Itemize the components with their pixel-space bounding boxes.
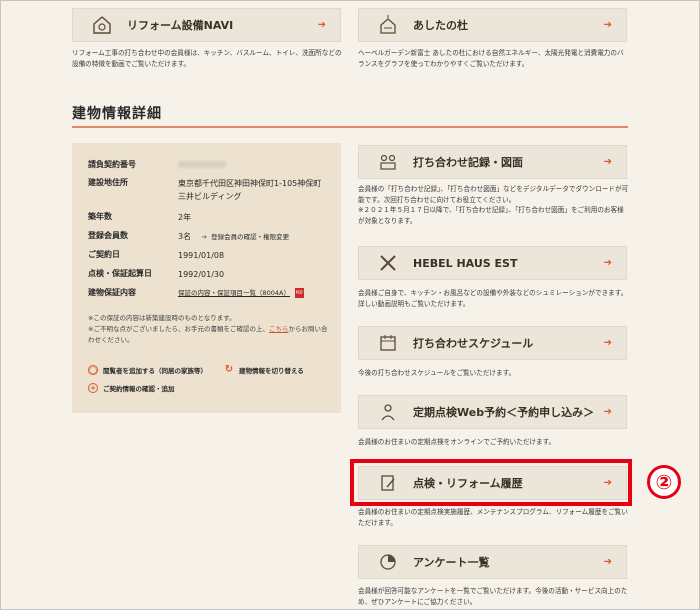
member-permission-link[interactable]: ➔ 登録会員の確認・権限変更: [202, 233, 289, 241]
section-title: 建物情報詳細: [72, 106, 162, 122]
hebel-haus-est-desc: 会員様ご自身で、キッチン・お風呂などの設備や外装などのシュミレーションができます…: [358, 289, 628, 308]
pie-chart-icon: [375, 549, 401, 575]
survey-list-button[interactable]: アンケート一覧 ➔: [358, 545, 627, 579]
redacted-value: [178, 161, 226, 168]
add-contract-button[interactable]: + ご契約情報の確認・追加: [88, 383, 175, 393]
add-viewer-button[interactable]: ◯ 閲覧者を追加する（同居の家族等）: [88, 365, 207, 375]
people-meeting-icon: [375, 149, 401, 175]
switch-building-button[interactable]: ↻ 建物情報を切り替える: [224, 364, 304, 376]
survey-list-desc: 会員様が回答可能なアンケートを一覧でご覧いただけます。今後の活動・サービス向上の…: [358, 587, 628, 606]
reform-navi-label: リフォーム設備NAVI: [127, 19, 234, 32]
ashita-no-mori-label: あしたの杜: [413, 19, 468, 32]
inspection-web-booking-button[interactable]: 定期点検Web予約＜予約申し込み＞ ➔: [358, 395, 627, 429]
reform-navi-desc: リフォーム工事の打ち合わせ中の会員様は、キッチン、バスルーム、トイレ、洗面所など…: [72, 49, 342, 68]
highlight-box: [350, 459, 632, 506]
refresh-icon: ↻: [224, 364, 234, 375]
tools-icon: [375, 250, 401, 276]
plus-icon: +: [88, 383, 98, 393]
calendar-icon: [375, 330, 401, 356]
inspection-reform-history-desc: 会員様のお住まいの定期点検実施履歴、メンテナンスプログラム、リフォーム履歴をご覧…: [358, 508, 628, 527]
house-gear-icon: [89, 12, 115, 38]
meeting-schedule-button[interactable]: 打ち合わせスケジュール ➔: [358, 326, 627, 360]
arrow-right-icon: ➔: [603, 556, 612, 568]
reform-navi-button[interactable]: リフォーム設備NAVI ➔: [72, 8, 341, 42]
inspection-web-booking-desc: 会員様のお住まいの定期点検をオンラインでご予約いただけます。: [358, 438, 556, 446]
arrow-right-icon: ➔: [603, 19, 612, 31]
arrow-right-icon: ➔: [603, 156, 612, 168]
arrow-right-icon: ➔: [603, 337, 612, 349]
person-icon: ◯: [88, 365, 98, 375]
ashita-no-mori-button[interactable]: あしたの杜 ➔: [358, 8, 627, 42]
pdf-icon: PDF: [295, 288, 305, 298]
meeting-records-desc: 会員様の「打ち合わせ記録」、「打ち合わせ図面」などをデジタルデータでダウンロード…: [358, 185, 629, 225]
solar-house-icon: [375, 12, 401, 38]
arrow-right-icon: ➔: [603, 406, 612, 418]
meeting-schedule-desc: 今後の打ち合わせスケジュールをご覧いただけます。: [358, 369, 516, 377]
building-info-panel: 請負契約番号 建設地住所 東京都千代田区神田神保町1-105神保町三井ビルディン…: [72, 143, 341, 413]
inspector-icon: [375, 399, 401, 425]
arrow-right-icon: ➔: [603, 257, 612, 269]
step-badge: ②: [647, 465, 681, 499]
ashita-no-mori-desc: ヘーベルガーデン新富士 あしたの杜における自然エネルギー、太陽光発電と消費電力の…: [358, 49, 624, 68]
contact-link[interactable]: こちら: [269, 325, 289, 333]
info-notes: ※この保証の内容は新築建設時のものとなります。 ※ご不明な点がございましたら、お…: [88, 314, 328, 344]
meeting-records-button[interactable]: 打ち合わせ記録・図面 ➔: [358, 145, 627, 179]
section-divider: [72, 126, 628, 128]
arrow-right-icon: ➔: [317, 19, 326, 31]
hebel-haus-est-button[interactable]: HEBEL HAUS EST ➔: [358, 246, 627, 280]
warranty-pdf-link[interactable]: 保証の内容・保証項目一覧（8004A）: [178, 289, 290, 297]
